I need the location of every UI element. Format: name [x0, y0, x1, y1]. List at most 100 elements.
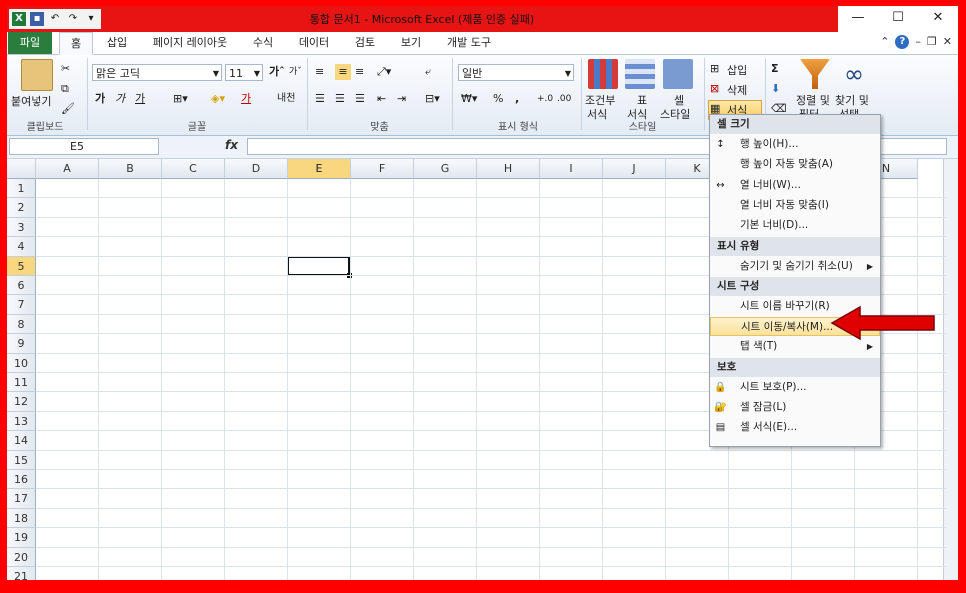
menu-item[interactable]: 기본 너비(D)... — [710, 216, 880, 235]
tab-formulas[interactable]: 수식 — [245, 32, 281, 54]
active-cell-e5[interactable] — [287, 256, 352, 278]
grow-font-icon[interactable]: 가ˆ — [269, 64, 285, 80]
row-header-13[interactable]: 13 — [7, 411, 36, 432]
font-size-combo[interactable]: 11 ▼ — [225, 64, 263, 81]
help-icon[interactable]: ? — [895, 35, 910, 49]
column-header-f[interactable]: F — [351, 159, 414, 179]
row-header-1[interactable]: 1 — [7, 179, 36, 199]
delete-cells-icon[interactable]: ⊠ — [710, 81, 719, 97]
comma-button[interactable]: , — [515, 91, 519, 107]
minimize-button[interactable]: — — [838, 6, 878, 32]
align-center-icon[interactable]: ☰ — [335, 91, 345, 107]
select-all-corner[interactable] — [7, 159, 36, 179]
column-header-e[interactable]: E — [288, 159, 351, 179]
menu-item[interactable]: 행 높이 자동 맞춤(A) — [710, 155, 880, 174]
workbook-restore-icon[interactable]: ❐ — [927, 35, 937, 49]
vertical-scrollbar[interactable] — [943, 159, 958, 580]
row-header-10[interactable]: 10 — [7, 353, 36, 373]
save-icon[interactable]: ▪ — [30, 12, 44, 26]
column-header-g[interactable]: G — [414, 159, 477, 179]
column-header-b[interactable]: B — [99, 159, 162, 179]
paste-icon[interactable] — [21, 59, 53, 91]
decrease-decimal-icon[interactable]: .00 — [557, 91, 571, 107]
column-header-i[interactable]: I — [540, 159, 603, 179]
align-right-icon[interactable]: ☰ — [355, 91, 365, 107]
menu-item[interactable]: ↕ 행 높이(H)... — [710, 135, 880, 154]
redo-icon[interactable]: ↷ — [66, 12, 80, 26]
row-header-21[interactable]: 21 — [7, 567, 36, 580]
increase-indent-icon[interactable]: ⇥ — [397, 91, 406, 107]
sort-filter-icon[interactable] — [800, 59, 830, 89]
bold-button[interactable]: 가 — [95, 91, 105, 107]
conditional-format-icon[interactable] — [588, 59, 618, 89]
undo-icon[interactable]: ↶ — [48, 12, 62, 26]
row-header-14[interactable]: 14 — [7, 431, 36, 451]
wrap-text-icon[interactable]: ⤶ — [425, 64, 431, 80]
align-top-icon[interactable]: ≡ — [315, 64, 324, 80]
cell-styles-icon[interactable] — [663, 59, 693, 89]
workbook-close-icon[interactable]: ✕ — [943, 35, 952, 49]
row-header-12[interactable]: 12 — [7, 392, 36, 412]
row-header-19[interactable]: 19 — [7, 528, 36, 548]
tab-developer[interactable]: 개발 도구 — [439, 32, 499, 54]
menu-item[interactable]: 🔐 셀 잠금(L) — [710, 398, 880, 417]
format-as-table-icon[interactable] — [625, 59, 655, 89]
tab-data[interactable]: 데이터 — [291, 32, 337, 54]
border-icon[interactable]: ⊞▾ — [173, 91, 188, 107]
copy-icon[interactable]: ⧉ — [61, 81, 69, 97]
delete-cells-button[interactable]: 삭제 — [727, 82, 747, 98]
menu-item[interactable]: ▤ 셀 서식(E)... — [710, 418, 880, 437]
row-header-20[interactable]: 20 — [7, 547, 36, 567]
shrink-font-icon[interactable]: 가ˇ — [289, 64, 302, 80]
minimize-ribbon-icon[interactable]: ⌃ — [880, 35, 889, 49]
tab-file[interactable]: 파일 — [8, 32, 52, 54]
font-name-combo[interactable]: 맑은 고딕 ▼ — [92, 64, 222, 81]
row-header-7[interactable]: 7 — [7, 295, 36, 315]
customize-icon[interactable]: ▾ — [84, 12, 98, 26]
font-color-button[interactable]: 가 — [241, 91, 251, 107]
insert-function-button[interactable]: fx — [225, 138, 238, 152]
cut-icon[interactable]: ✂ — [61, 61, 70, 77]
align-middle-icon[interactable]: ≡ — [335, 64, 351, 80]
italic-button[interactable]: 가 — [115, 91, 125, 107]
row-header-11[interactable]: 11 — [7, 373, 36, 393]
tab-review[interactable]: 검토 — [347, 32, 383, 54]
close-button[interactable]: ✕ — [918, 6, 958, 32]
menu-item[interactable]: 🔒 시트 보호(P)... — [710, 378, 880, 397]
fill-icon[interactable]: ⬇ — [771, 81, 780, 97]
increase-decimal-icon[interactable]: +.0 — [537, 91, 553, 107]
row-header-9[interactable]: 9 — [7, 334, 36, 354]
row-header-3[interactable]: 3 — [7, 217, 36, 238]
format-painter-icon[interactable]: 🖌 — [61, 101, 75, 117]
row-header-8[interactable]: 8 — [7, 314, 36, 335]
row-header-5[interactable]: 5 — [7, 256, 36, 276]
underline-button[interactable]: 가 — [135, 91, 145, 107]
row-header-15[interactable]: 15 — [7, 450, 36, 470]
tab-insert[interactable]: 삽입 — [99, 32, 135, 54]
binoculars-icon[interactable]: ∞ — [839, 59, 869, 89]
paste-button[interactable]: 붙여넣기 — [11, 93, 51, 109]
column-header-c[interactable]: C — [162, 159, 225, 179]
column-header-h[interactable]: H — [477, 159, 540, 179]
tab-home[interactable]: 홈 — [59, 32, 93, 55]
menu-item[interactable]: 숨기기 및 숨기기 취소(U) ▶ — [710, 257, 880, 276]
decrease-indent-icon[interactable]: ⇤ — [377, 91, 386, 107]
menu-item[interactable]: 열 너비 자동 맞춤(I) — [710, 196, 880, 215]
percent-button[interactable]: % — [493, 91, 503, 107]
phonetic-button[interactable]: 내천 — [277, 91, 295, 107]
currency-icon[interactable]: ₩▾ — [461, 91, 477, 107]
align-left-icon[interactable]: ☰ — [315, 91, 325, 107]
row-header-6[interactable]: 6 — [7, 276, 36, 296]
insert-cells-icon[interactable]: ⊞ — [710, 61, 719, 77]
row-header-16[interactable]: 16 — [7, 470, 36, 490]
row-header-4[interactable]: 4 — [7, 237, 36, 257]
autosum-button[interactable]: Σ — [771, 61, 779, 77]
row-header-2[interactable]: 2 — [7, 198, 36, 218]
number-format-combo[interactable]: 일반 ▼ — [458, 64, 574, 81]
orientation-icon[interactable]: ⤢▾ — [377, 64, 391, 80]
excel-logo-icon[interactable]: X — [12, 12, 26, 26]
merge-center-icon[interactable]: ⊟▾ — [425, 91, 440, 107]
column-header-d[interactable]: D — [225, 159, 288, 179]
insert-cells-button[interactable]: 삽입 — [727, 62, 747, 78]
fill-color-icon[interactable]: ◈▾ — [211, 91, 225, 107]
